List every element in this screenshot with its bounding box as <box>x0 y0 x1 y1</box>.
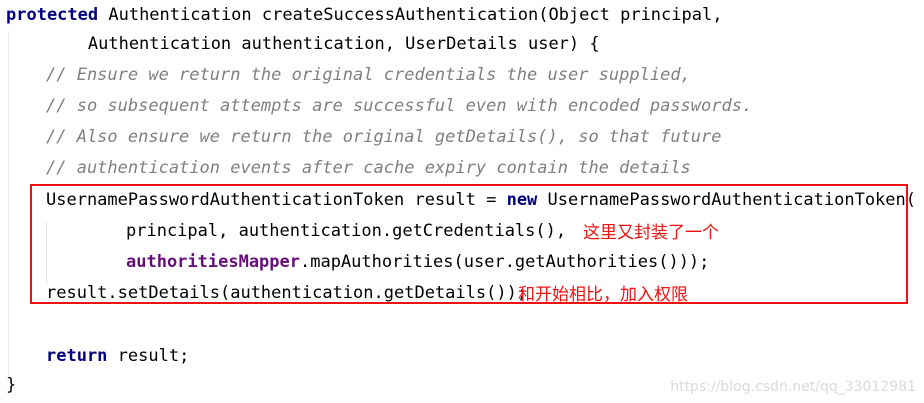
code-line-signature: protected Authentication createSuccessAu… <box>6 0 722 31</box>
annotation-add-authorities: 和开始相比，加入权限 <box>518 285 688 305</box>
indent-guide <box>8 31 9 376</box>
return-value-text: result; <box>107 346 190 366</box>
code-line-close-brace: } <box>6 375 17 395</box>
watermark: https://blog.csdn.net/qq_33012981 <box>670 379 916 395</box>
comment-line: // Also ensure we return the original ge… <box>46 127 722 147</box>
code-line-return: return result; <box>46 341 189 372</box>
keyword-return: return <box>46 346 108 366</box>
comment-line: // Ensure we return the original credent… <box>46 65 691 85</box>
highlight-box <box>30 184 908 304</box>
comment-line: // authentication events after cache exp… <box>46 158 691 178</box>
params-text: Authentication authentication, UserDetai… <box>6 34 600 54</box>
comment-line: // so subsequent attempts are successful… <box>46 96 753 116</box>
code-line-params: Authentication authentication, UserDetai… <box>6 29 600 60</box>
keyword-protected: protected <box>6 5 99 25</box>
method-signature-text: Authentication createSuccessAuthenticati… <box>98 5 723 25</box>
code-editor[interactable]: protected Authentication createSuccessAu… <box>0 0 924 403</box>
annotation-wrapped-again: 这里又封装了一个 <box>583 223 719 243</box>
